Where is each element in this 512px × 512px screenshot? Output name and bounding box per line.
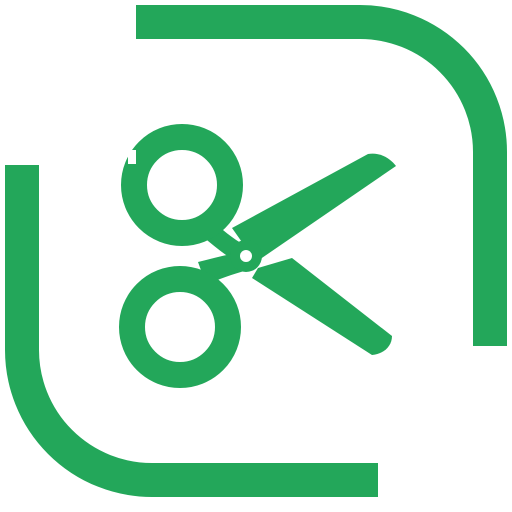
upper-ring-notch <box>128 150 136 164</box>
scissors-lower-blade <box>252 258 392 355</box>
scissors-logo-icon <box>5 5 507 497</box>
scissors-pivot-screw <box>240 250 252 262</box>
scissors-lower-ring <box>119 266 241 388</box>
scissors-upper-ring <box>121 124 243 246</box>
app-icon <box>0 0 512 512</box>
